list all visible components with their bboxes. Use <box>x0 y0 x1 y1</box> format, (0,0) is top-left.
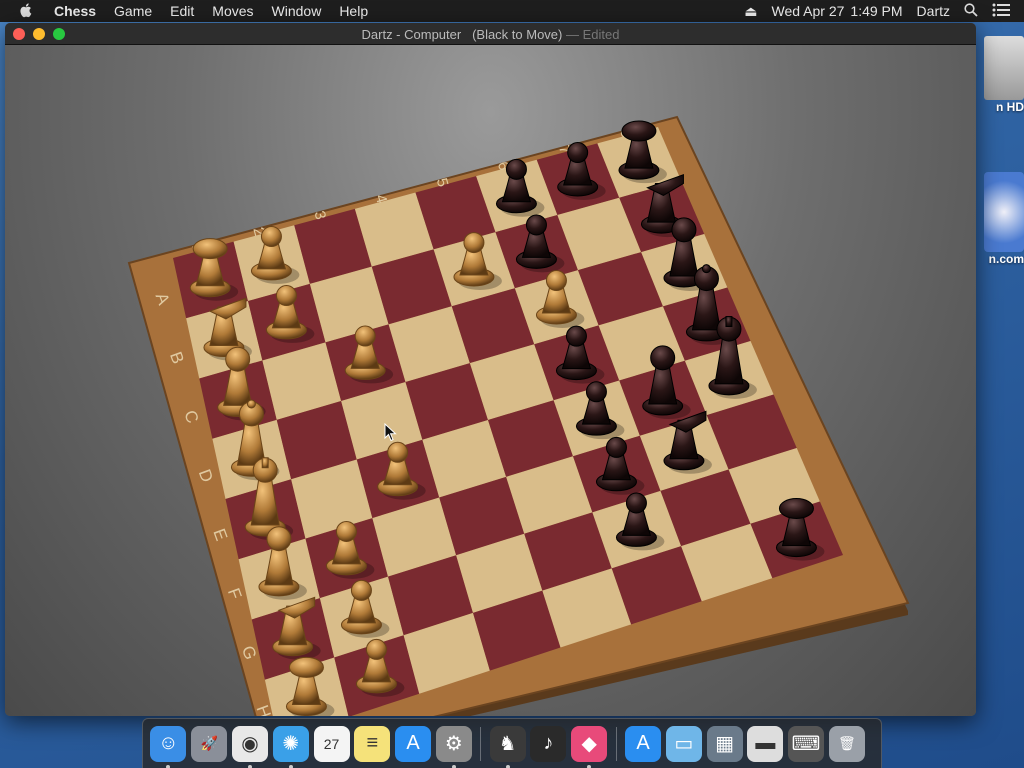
piece-head <box>565 325 587 347</box>
king-cross <box>261 457 269 469</box>
piece-head <box>671 217 697 243</box>
notes-icon[interactable]: ≡ <box>354 725 391 762</box>
piece-head <box>225 346 251 372</box>
piece-head <box>463 232 485 254</box>
piece-head <box>275 285 297 307</box>
running-indicator <box>288 764 293 768</box>
clock-time[interactable]: 1:49 PM <box>850 3 902 19</box>
running-indicator <box>505 764 510 768</box>
piece-head <box>365 638 387 660</box>
menu-edit[interactable]: Edit <box>170 3 194 19</box>
chrome-icon[interactable]: ◉ <box>231 725 268 768</box>
piece-head <box>260 226 282 248</box>
piece-head <box>505 158 527 180</box>
piece-head <box>266 526 292 552</box>
window-title-status: (Black to Move) <box>472 27 563 42</box>
mouse-cursor <box>384 423 397 442</box>
queen-finial <box>701 264 711 274</box>
menu-help[interactable]: Help <box>339 3 368 19</box>
spotlight-search-icon[interactable] <box>964 2 978 20</box>
piece-head <box>567 142 589 164</box>
dock-separator <box>480 726 482 761</box>
piece-head <box>585 381 607 403</box>
piece-head <box>625 492 647 514</box>
trash-icon[interactable]: 🗑 <box>828 725 865 762</box>
chess-window: Dartz - Computer (Black to Move) — Edite… <box>5 23 976 716</box>
running-indicator <box>451 764 456 768</box>
menu-moves[interactable]: Moves <box>212 3 253 19</box>
menu-app-name[interactable]: Chess <box>54 3 96 19</box>
running-indicator <box>247 764 252 768</box>
app-store-icon[interactable]: A <box>395 725 432 762</box>
color-app-icon[interactable]: ◆ <box>571 725 608 768</box>
piece-crown <box>192 238 228 260</box>
desktop-file-label: n.com <box>988 252 1024 266</box>
chess-icon[interactable]: ♞ <box>489 725 526 768</box>
window-title-name: Dartz - Computer <box>361 27 462 42</box>
desktop-file-icon[interactable]: n.com <box>976 172 1024 266</box>
window-thumb-icon[interactable]: ▬ <box>747 725 784 762</box>
chess-board[interactable]: ABCDEFGH12345678 <box>5 45 976 716</box>
keyboard-icon[interactable]: ⌨ <box>788 725 825 762</box>
menu-window[interactable]: Window <box>272 3 322 19</box>
dock-separator <box>615 726 617 761</box>
queen-finial <box>246 399 256 409</box>
menu-game[interactable]: Game <box>114 3 152 19</box>
eject-icon[interactable]: ⏏ <box>744 3 757 20</box>
dock: ☺ 🚀 ◉ ✺ 27 ≡ A ⚙ ♞ ♪ ◆ A ▭ ▦ ▬ ⌨ 🗑 <box>142 718 882 768</box>
piece-head <box>335 520 357 542</box>
chess-scene[interactable]: ABCDEFGH12345678 <box>5 45 976 716</box>
piece-head <box>605 436 627 458</box>
finder-icon[interactable]: ☺ <box>150 725 187 768</box>
user-name[interactable]: Dartz <box>917 3 950 19</box>
piece-crown <box>621 120 657 142</box>
title-bar[interactable]: Dartz - Computer (Black to Move) — Edite… <box>5 23 976 45</box>
launchpad-icon[interactable]: 🚀 <box>191 725 228 762</box>
clock-date[interactable]: Wed Apr 27 <box>772 3 845 19</box>
running-indicator <box>166 764 171 768</box>
piece-crown <box>778 498 814 520</box>
safari-icon[interactable]: ✺ <box>272 725 309 768</box>
window-title-edited: — Edited <box>566 27 620 42</box>
piano-icon[interactable]: ♪ <box>530 725 567 762</box>
screenshots-icon[interactable]: ▦ <box>706 725 743 762</box>
menu-bar: Chess Game Edit Moves Window Help ⏏ Wed … <box>0 0 1024 22</box>
running-indicator <box>587 764 592 768</box>
apple-icon[interactable] <box>18 2 40 21</box>
piece-head <box>650 345 676 371</box>
king-cross <box>725 316 733 328</box>
piece-head <box>350 579 372 601</box>
notification-center-icon[interactable] <box>992 3 1010 20</box>
piece-head <box>525 214 547 236</box>
piece-head <box>354 325 376 347</box>
hard-drive-icon[interactable]: n HD <box>976 36 1024 114</box>
piece-head <box>387 441 409 463</box>
folder-icon[interactable]: ▭ <box>665 725 702 762</box>
piece-crown <box>288 656 324 678</box>
calendar-icon[interactable]: 27 <box>313 725 350 762</box>
window-title: Dartz - Computer (Black to Move) — Edite… <box>5 27 976 42</box>
system-preferences-icon[interactable]: ⚙ <box>435 725 472 768</box>
hard-drive-label: n HD <box>996 100 1024 114</box>
piece-head <box>545 270 567 292</box>
app-store-folder-icon[interactable]: A <box>624 725 661 762</box>
